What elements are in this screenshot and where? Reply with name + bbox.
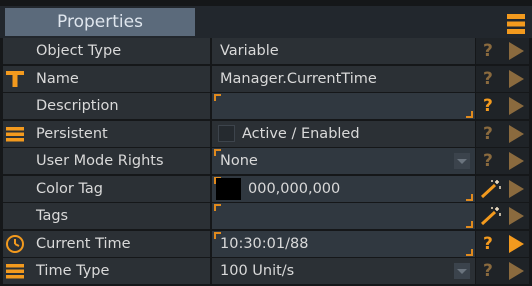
color-tag-input[interactable]: 000,000,000	[212, 175, 475, 202]
property-actions	[476, 175, 529, 202]
question-icon[interactable]: ?	[483, 69, 493, 89]
play-icon[interactable]	[509, 234, 524, 253]
property-label: Persistent	[36, 125, 108, 142]
edit-corner-marker	[466, 111, 473, 118]
property-value-cell: Active / Enabled	[212, 120, 475, 147]
property-row-description: Description ?	[3, 93, 529, 120]
play-icon[interactable]	[509, 262, 524, 280]
property-label: User Mode Rights	[36, 153, 164, 169]
dropdown-button[interactable]	[454, 153, 470, 169]
color-swatch[interactable]	[216, 177, 241, 200]
current-time-input[interactable]: 10:30:01/88	[212, 230, 475, 257]
tags-input[interactable]	[212, 203, 475, 229]
property-name-cell: Time Type	[3, 258, 210, 284]
checkbox-label[interactable]: Active / Enabled	[242, 125, 360, 143]
property-value: None	[220, 153, 258, 169]
property-value: 000,000,000	[248, 180, 341, 197]
chevron-down-icon	[457, 269, 467, 274]
chevron-down-icon	[457, 159, 467, 164]
question-icon[interactable]: ?	[483, 96, 493, 116]
persistent-checkbox[interactable]	[218, 124, 235, 142]
property-label: Current Time	[36, 235, 131, 252]
play-icon[interactable]	[509, 97, 524, 115]
question-icon[interactable]: ?	[483, 124, 493, 144]
property-name-cell: User Mode Rights	[3, 148, 210, 174]
property-label: Time Type	[36, 263, 110, 279]
property-actions: ?	[476, 230, 529, 257]
question-icon[interactable]: ?	[483, 234, 493, 254]
edit-corner-marker	[466, 193, 473, 201]
property-actions: ?	[476, 148, 529, 174]
question-icon[interactable]: ?	[483, 41, 493, 61]
question-icon[interactable]: ?	[483, 151, 493, 171]
property-actions: ?	[476, 38, 529, 64]
magic-wand-icon[interactable]	[479, 179, 503, 199]
property-rows: Object Type Variable ? Name Manager.Curr…	[3, 38, 529, 286]
properties-panel: Properties Object Type Variable ? Name M…	[0, 0, 532, 286]
property-value: 100 Unit/s	[220, 263, 295, 279]
edit-corner-marker	[466, 248, 473, 256]
description-input[interactable]	[212, 93, 475, 119]
panel-title-tab[interactable]: Properties	[5, 8, 195, 36]
property-value-cell: Variable	[212, 38, 475, 64]
edit-corner-marker	[214, 204, 221, 211]
question-icon[interactable]: ?	[483, 261, 493, 281]
property-name-cell: Persistent	[3, 120, 210, 147]
property-value: Manager.CurrentTime	[220, 70, 377, 87]
play-icon[interactable]	[509, 207, 524, 225]
property-actions: ?	[476, 120, 529, 147]
property-name-cell: Tags	[3, 203, 210, 229]
property-name-cell: Description	[3, 93, 210, 119]
property-value: 10:30:01/88	[220, 235, 309, 252]
user-mode-rights-select[interactable]: None	[212, 148, 475, 174]
text-type-icon	[6, 70, 24, 87]
magic-wand-icon[interactable]	[479, 206, 503, 226]
property-name-cell: Current Time	[3, 230, 210, 257]
play-icon[interactable]	[509, 152, 524, 170]
property-label: Color Tag	[36, 180, 104, 197]
property-row-name: Name Manager.CurrentTime ?	[3, 65, 529, 93]
property-label: Object Type	[36, 43, 122, 59]
property-actions: ?	[476, 258, 529, 284]
panel-header: Properties	[0, 6, 532, 38]
property-value: Variable	[220, 43, 279, 59]
edit-corner-marker	[214, 94, 221, 101]
property-label: Tags	[36, 208, 69, 224]
property-name-cell: Color Tag	[3, 175, 210, 202]
edit-corner-marker	[466, 221, 473, 228]
property-row-time-type: Time Type 100 Unit/s ?	[3, 258, 529, 285]
property-row-tags: Tags	[3, 203, 529, 230]
property-label: Description	[36, 98, 119, 114]
play-icon[interactable]	[509, 124, 524, 143]
property-row-user-mode-rights: User Mode Rights None ?	[3, 148, 529, 175]
property-row-object-type: Object Type Variable ?	[3, 38, 529, 65]
property-name-cell: Name	[3, 65, 210, 92]
property-row-persistent: Persistent Active / Enabled ?	[3, 120, 529, 148]
property-actions	[476, 203, 529, 229]
property-row-color-tag: Color Tag 000,000,000	[3, 175, 529, 203]
list-icon	[6, 126, 24, 141]
play-icon[interactable]	[509, 42, 524, 60]
list-icon	[6, 264, 24, 279]
hamburger-menu-icon[interactable]	[507, 13, 525, 35]
property-name-cell: Object Type	[3, 38, 210, 64]
property-actions: ?	[476, 93, 529, 119]
time-type-select[interactable]: 100 Unit/s	[212, 258, 475, 284]
property-actions: ?	[476, 65, 529, 92]
property-value-cell[interactable]: Manager.CurrentTime	[212, 65, 475, 92]
clock-icon	[6, 234, 24, 253]
play-icon[interactable]	[509, 69, 524, 88]
property-label: Name	[36, 70, 79, 87]
dropdown-button[interactable]	[454, 263, 470, 279]
property-row-current-time: Current Time 10:30:01/88 ?	[3, 230, 529, 258]
play-icon[interactable]	[509, 179, 524, 198]
